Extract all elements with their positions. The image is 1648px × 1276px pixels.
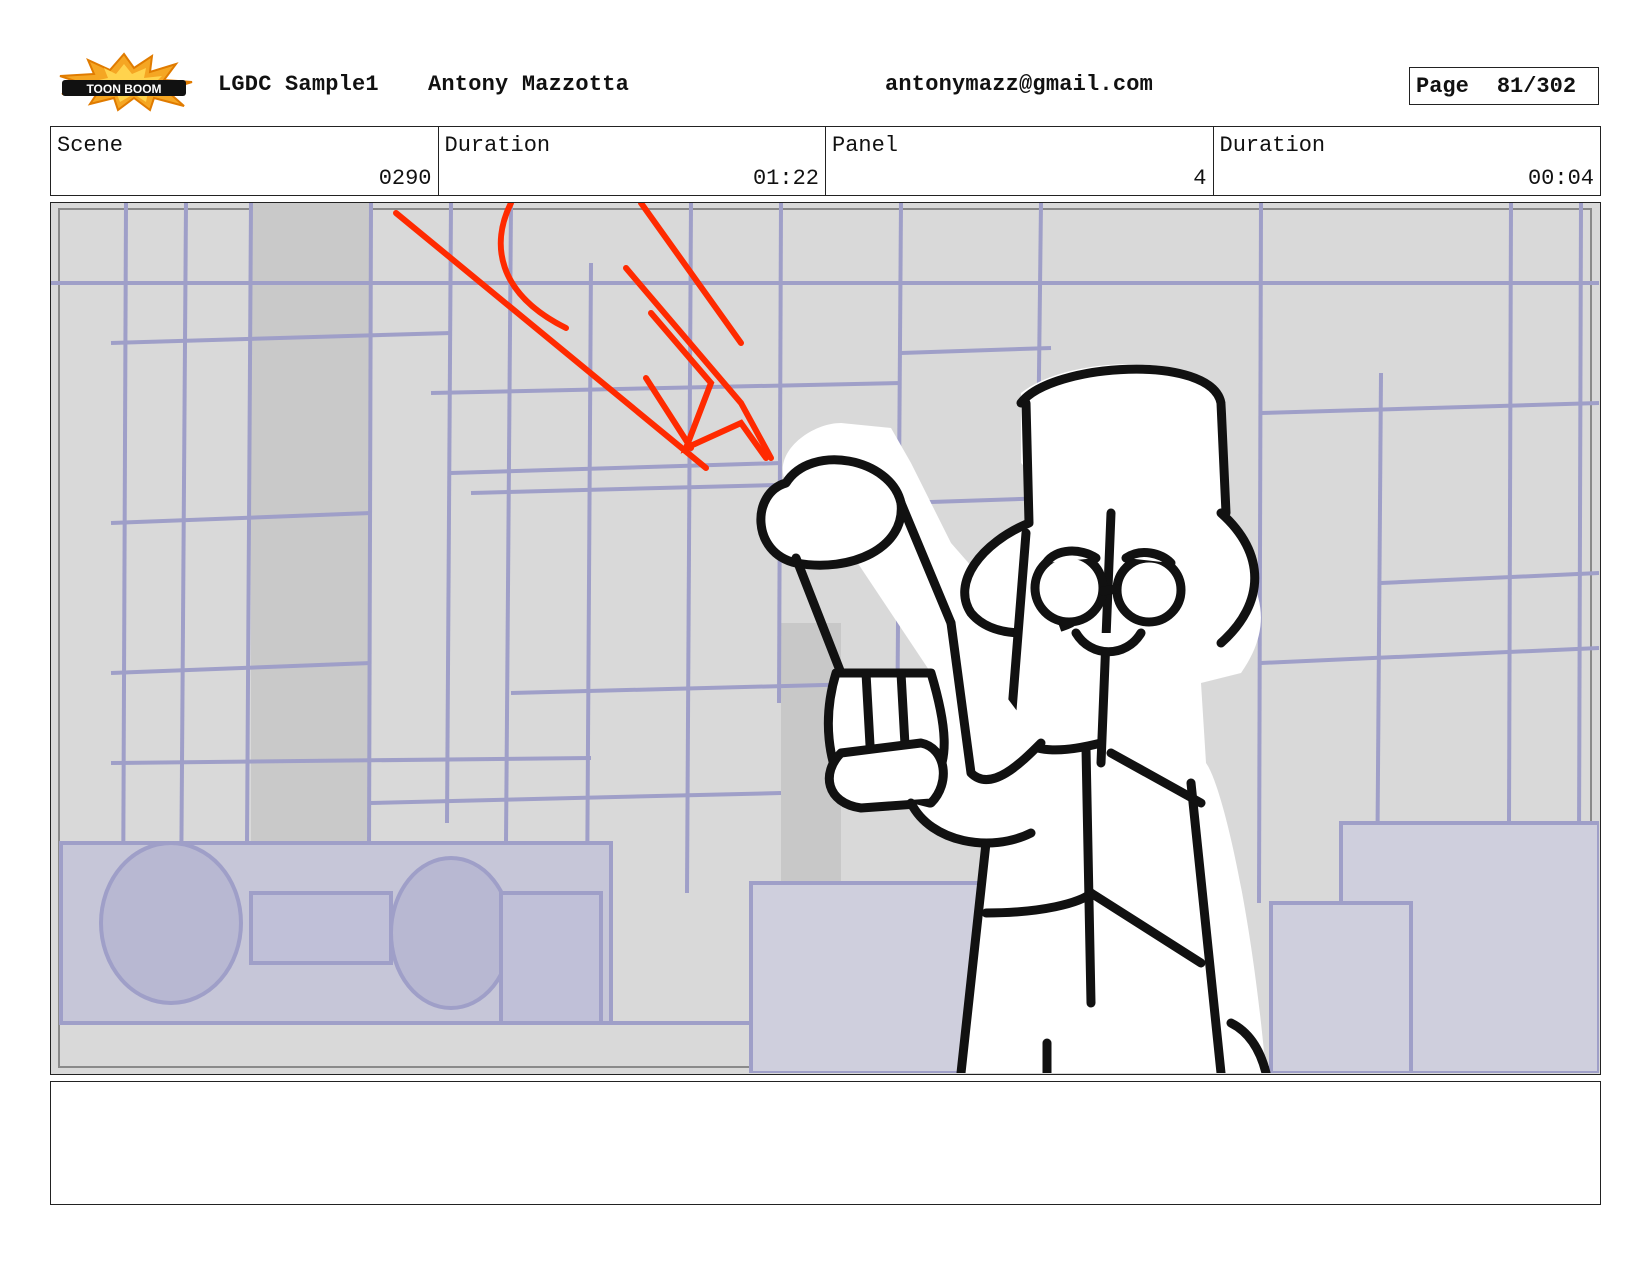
scene-duration-cell: Duration 01:22 — [439, 127, 826, 195]
author-name: Antony Mazzotta — [428, 72, 630, 97]
scene-label: Scene — [57, 133, 124, 158]
logo-text: TOON BOOM — [86, 82, 161, 96]
panel-cell: Panel 4 — [826, 127, 1214, 195]
panel-label: Panel — [832, 133, 899, 158]
panel-duration-cell: Duration 00:04 — [1214, 127, 1601, 195]
panel-drawing — [51, 203, 1599, 1073]
scene-value: 0290 — [378, 166, 432, 191]
page-header: TOON BOOM LGDC Sample1 Antony Mazzotta a… — [0, 0, 1648, 120]
panel-duration-label: Duration — [1219, 133, 1326, 158]
page-indicator: Page 81/302 — [1409, 67, 1599, 105]
author-email[interactable]: antonymazz@gmail.com — [885, 72, 1153, 97]
panel-value: 4 — [1193, 166, 1207, 191]
project-title: LGDC Sample1 — [218, 72, 379, 97]
scene-duration-value: 01:22 — [752, 166, 819, 191]
page-label: Page — [1416, 73, 1469, 99]
panel-duration-value: 00:04 — [1527, 166, 1594, 191]
panel-notes-box[interactable] — [50, 1081, 1601, 1205]
shot-info-table: Scene 0290 Duration 01:22 Panel 4 Durati… — [50, 126, 1601, 196]
scene-cell: Scene 0290 — [51, 127, 439, 195]
scene-duration-label: Duration — [444, 133, 551, 158]
toon-boom-logo: TOON BOOM — [54, 52, 194, 112]
storyboard-panel-image — [50, 202, 1601, 1075]
page-number: 81/302 — [1496, 73, 1577, 99]
